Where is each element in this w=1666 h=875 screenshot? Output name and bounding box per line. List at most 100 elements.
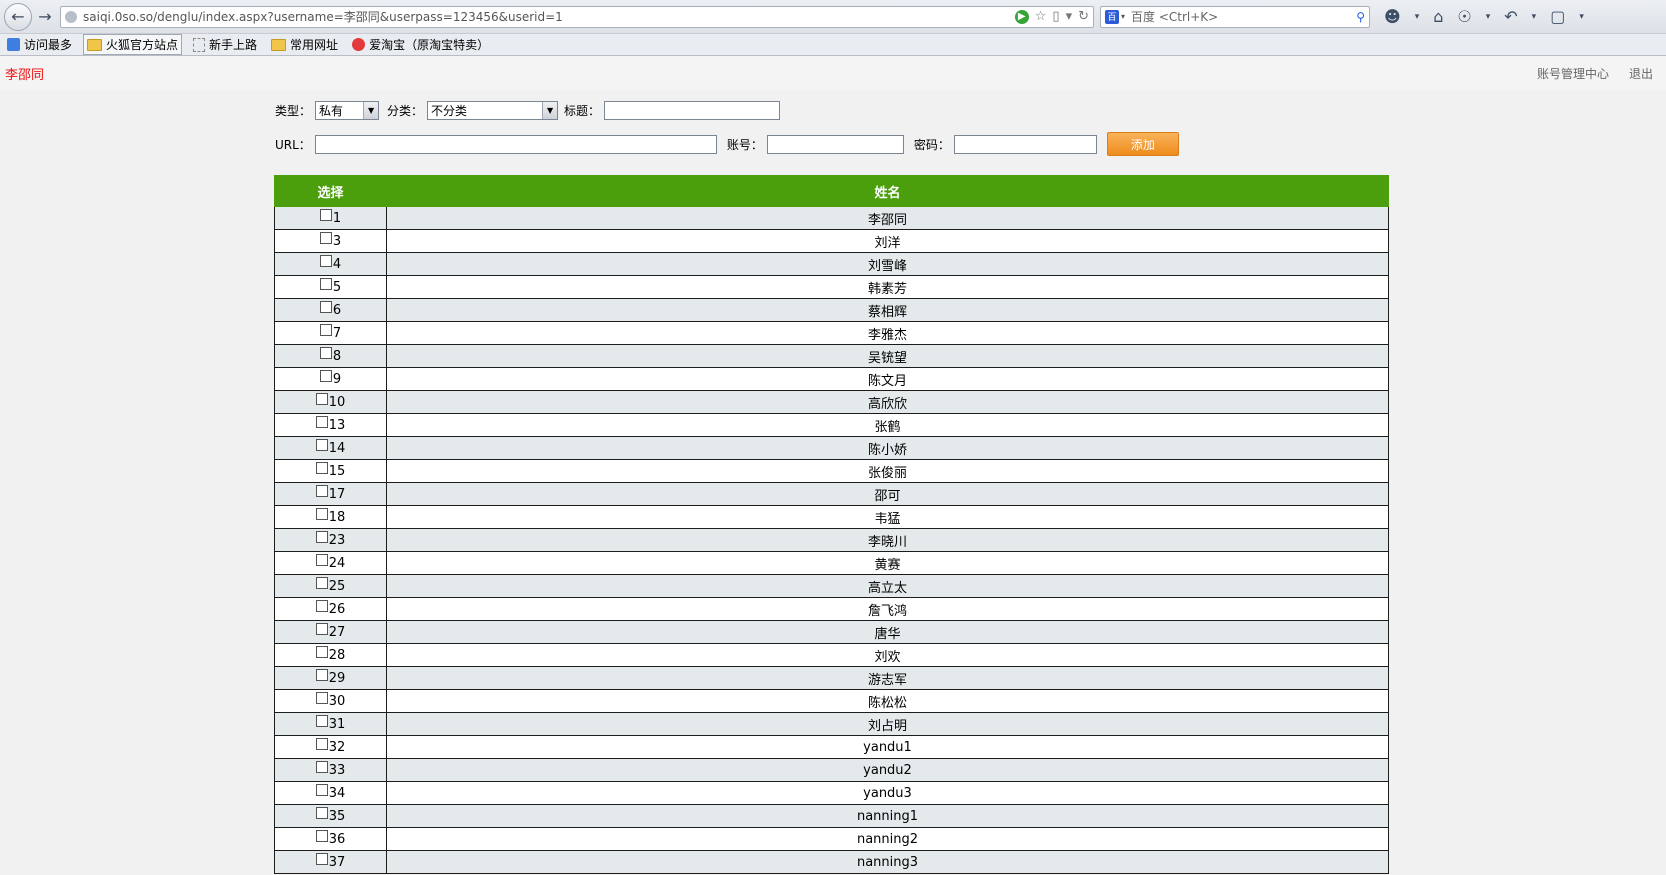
type-select[interactable]: 私有 ▼ <box>315 100 380 120</box>
row-checkbox[interactable] <box>319 255 332 267</box>
row-id: 32 <box>328 739 346 755</box>
row-checkbox[interactable] <box>319 347 332 359</box>
undo-icon[interactable]: ↶ <box>1504 7 1517 26</box>
row-checkbox[interactable] <box>315 830 328 842</box>
select-cell: 33 <box>274 758 387 782</box>
row-checkbox[interactable] <box>315 531 328 543</box>
phone-icon[interactable]: ▯ <box>1052 9 1059 24</box>
dropdown-icon[interactable]: ▾ <box>1066 9 1073 24</box>
chevron-down-icon[interactable]: ▼ <box>363 101 379 119</box>
select-cell: 3 <box>274 229 387 253</box>
search-input[interactable]: 百度 <Ctrl+K> <box>1131 8 1356 25</box>
menu-dropdown-icon[interactable]: ▾ <box>1415 12 1420 22</box>
select-cell: 4 <box>274 252 387 276</box>
back-arrow-icon[interactable]: ← <box>4 2 32 31</box>
row-checkbox[interactable] <box>315 692 328 704</box>
password-label: 密码： <box>913 137 950 152</box>
table-row: 27 唐华 <box>274 620 1389 644</box>
row-id: 5 <box>332 279 342 295</box>
face-icon[interactable]: ☻ <box>1384 7 1401 26</box>
crop-icon[interactable]: ▢ <box>1550 7 1565 26</box>
logout-link[interactable]: 退出 <box>1629 65 1653 82</box>
bookmark-label: 访问最多 <box>24 38 73 52</box>
row-checkbox[interactable] <box>315 784 328 796</box>
row-checkbox[interactable] <box>319 232 332 244</box>
row-id: 23 <box>328 532 346 548</box>
add-button[interactable]: 添加 <box>1106 132 1179 156</box>
table-row: 7 李雅杰 <box>274 321 1389 345</box>
row-checkbox[interactable] <box>315 807 328 819</box>
bookmark-firefox-official[interactable]: 火狐官方站点 <box>83 34 183 55</box>
row-checkbox[interactable] <box>315 393 328 405</box>
bookmark-getting-started[interactable]: 新手上路 <box>190 35 260 54</box>
reload-icon[interactable]: ↻ <box>1078 9 1089 24</box>
bookmark-most-visited[interactable]: 访问最多 <box>4 35 75 54</box>
url-text[interactable]: saiqi.0so.so/denglu/index.aspx?username=… <box>83 8 1015 25</box>
row-checkbox[interactable] <box>315 646 328 658</box>
table-header-row: 选择 姓名 <box>274 175 1389 207</box>
bookmark-taobao[interactable]: 爱淘宝（原淘宝特卖） <box>349 35 492 54</box>
row-checkbox[interactable] <box>315 485 328 497</box>
password-input[interactable] <box>953 134 1097 154</box>
row-checkbox[interactable] <box>319 370 332 382</box>
row-checkbox[interactable] <box>315 600 328 612</box>
go-icon[interactable]: ▶ <box>1014 9 1029 24</box>
gamepad-icon[interactable]: ☉ <box>1457 7 1471 26</box>
category-select[interactable]: 不分类 ▼ <box>427 100 559 120</box>
star-icon[interactable]: ☆ <box>1035 9 1047 24</box>
url-input[interactable] <box>314 134 717 154</box>
row-checkbox[interactable] <box>315 439 328 451</box>
row-checkbox[interactable] <box>315 462 328 474</box>
bookmark-common-sites[interactable]: 常用网址 <box>268 35 341 54</box>
row-checkbox[interactable] <box>315 738 328 750</box>
row-checkbox[interactable] <box>315 623 328 635</box>
forward-arrow-icon[interactable]: → <box>34 6 56 28</box>
chevron-down-icon[interactable]: ▼ <box>542 101 558 119</box>
undo-dropdown-icon[interactable]: ▾ <box>1532 12 1537 22</box>
select-cell: 34 <box>274 781 387 805</box>
name-cell: 黄赛 <box>386 551 1389 575</box>
account-center-link[interactable]: 账号管理中心 <box>1537 65 1609 82</box>
name-cell: 李晓川 <box>386 528 1389 552</box>
row-id: 34 <box>328 785 346 801</box>
select-cell: 35 <box>274 804 387 828</box>
row-checkbox[interactable] <box>319 301 332 313</box>
row-checkbox[interactable] <box>315 416 328 428</box>
row-checkbox[interactable] <box>315 853 328 865</box>
table-row: 26 詹飞鸿 <box>274 597 1389 621</box>
row-id: 27 <box>328 624 346 640</box>
row-checkbox[interactable] <box>315 761 328 773</box>
row-checkbox[interactable] <box>319 324 332 336</box>
table-row: 29 游志军 <box>274 666 1389 690</box>
name-cell: 刘雪峰 <box>386 252 1389 276</box>
select-cell: 17 <box>274 482 387 506</box>
row-checkbox[interactable] <box>319 209 332 221</box>
name-cell: 詹飞鸿 <box>386 597 1389 621</box>
add-entry-form: 类型： 私有 ▼ 分类： 不分类 ▼ 标题： URL： 账号： 密码： 添加 <box>275 100 1666 156</box>
row-id: 3 <box>332 233 342 249</box>
row-checkbox[interactable] <box>315 715 328 727</box>
row-id: 4 <box>332 256 342 272</box>
table-row: 8 吴铳望 <box>274 344 1389 368</box>
row-checkbox[interactable] <box>315 669 328 681</box>
search-bar[interactable]: 百 ▾ 百度 <Ctrl+K> ⚲ <box>1100 5 1370 28</box>
row-checkbox[interactable] <box>319 278 332 290</box>
table-row: 14 陈小娇 <box>274 436 1389 460</box>
baidu-icon[interactable]: 百 <box>1105 9 1119 24</box>
row-checkbox[interactable] <box>315 508 328 520</box>
table-row: 24 黄赛 <box>274 551 1389 575</box>
row-checkbox[interactable] <box>315 554 328 566</box>
magnifier-icon[interactable]: ⚲ <box>1356 10 1365 24</box>
engine-dropdown-icon[interactable]: ▾ <box>1121 12 1125 21</box>
home-icon[interactable]: ⌂ <box>1433 7 1443 26</box>
gamepad-dropdown-icon[interactable]: ▾ <box>1486 12 1491 22</box>
crop-dropdown-icon[interactable]: ▾ <box>1579 12 1584 22</box>
table-row: 15 张俊丽 <box>274 459 1389 483</box>
account-input[interactable] <box>766 134 904 154</box>
address-bar[interactable]: saiqi.0so.so/denglu/index.aspx?username=… <box>60 5 1094 28</box>
account-label: 账号： <box>726 137 763 152</box>
table-row: 6 蔡相辉 <box>274 298 1389 322</box>
row-checkbox[interactable] <box>315 577 328 589</box>
table-row: 37 nanning3 <box>274 850 1389 874</box>
title-input[interactable] <box>604 100 781 120</box>
